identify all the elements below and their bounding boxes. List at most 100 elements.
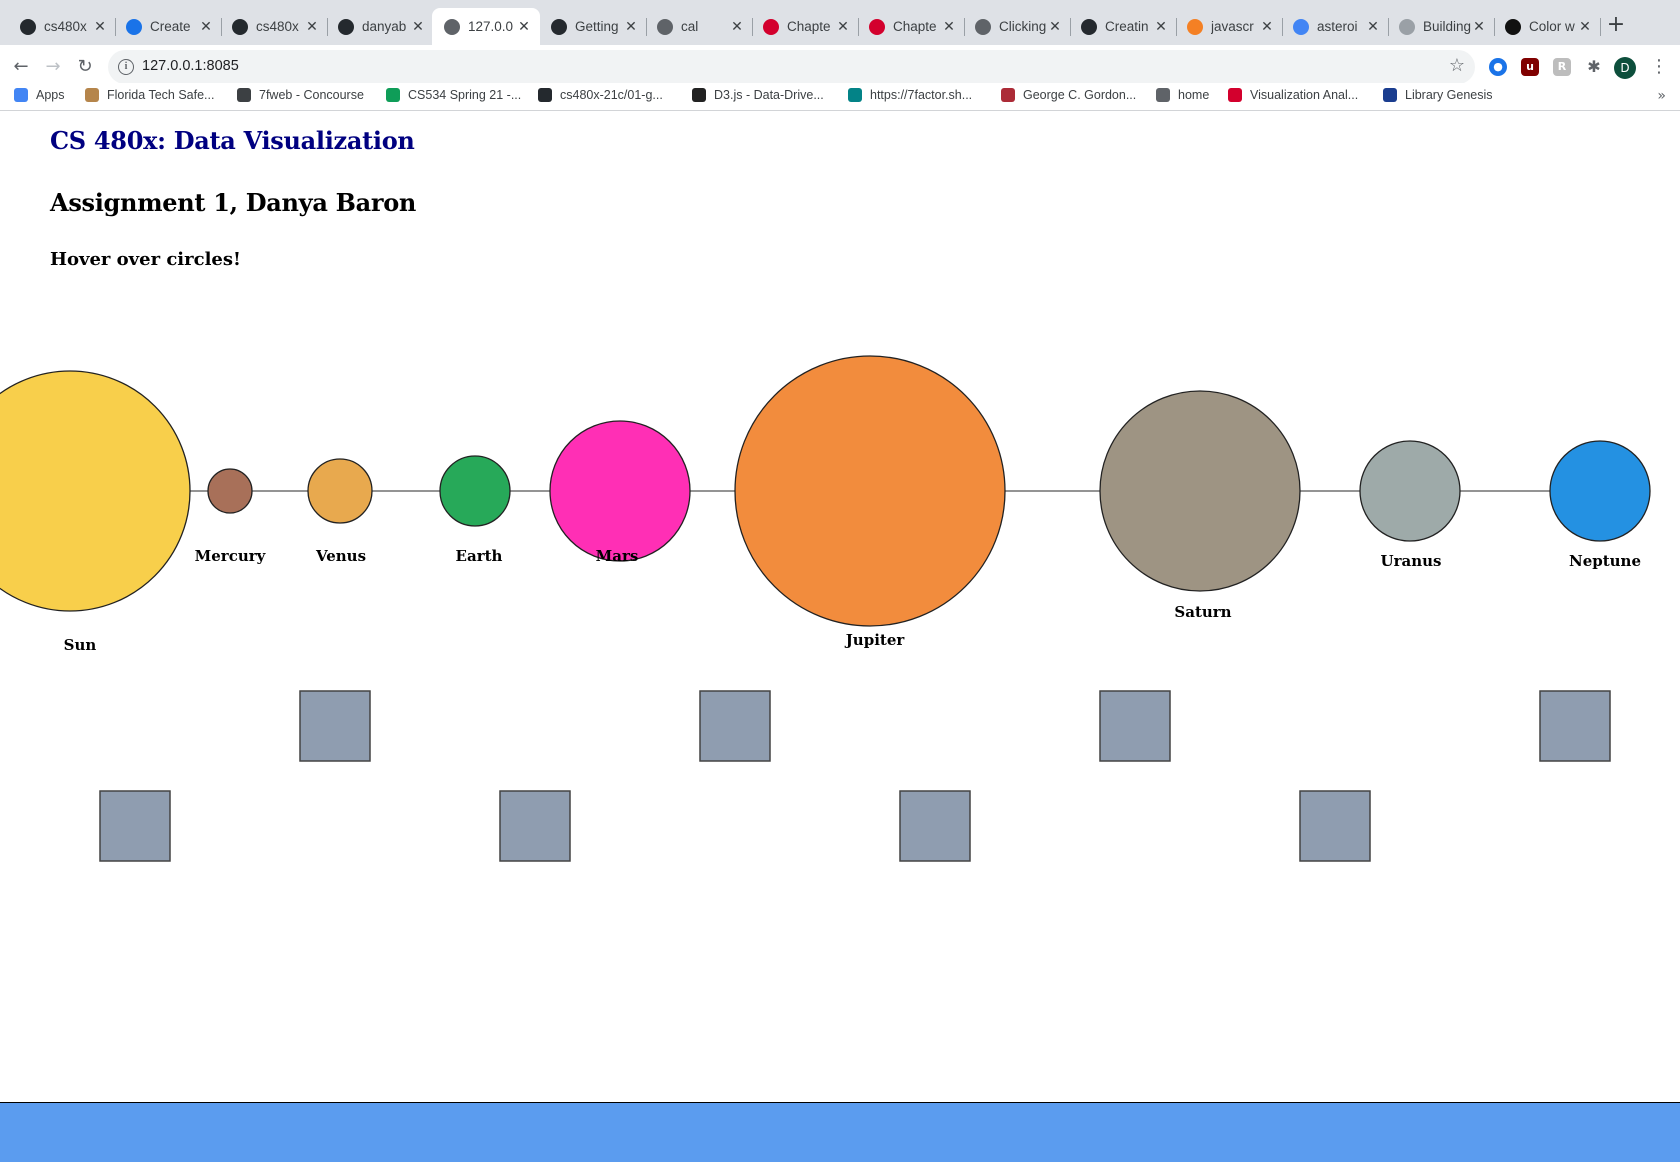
bookmark-item[interactable]: Library Genesis [1383,88,1493,102]
forward-button[interactable]: → [38,52,68,82]
bookmark-label: Library Genesis [1405,88,1493,102]
bookmark-label: 7fweb - Concourse [259,88,364,102]
bookmark-label: cs480x-21c/01-g... [560,88,663,102]
gray-square [299,690,371,762]
password-manager-icon[interactable]: ● [1489,58,1507,76]
tab-close-icon[interactable]: ✕ [835,19,851,35]
bookmark-label: home [1178,88,1210,102]
bookmark-label: Florida Tech Safe... [107,88,215,102]
bookmark-item[interactable]: D3.js - Data-Drive... [692,88,824,102]
oreilly-icon [869,18,885,35]
planet-label-sun: Sun [64,636,97,654]
browser-tab[interactable]: Create ✕ [114,8,222,45]
gray-square [99,790,171,862]
tab-close-icon[interactable]: ✕ [1259,19,1275,35]
tab-close-icon[interactable]: ✕ [1153,19,1169,35]
tab-close-icon[interactable]: ✕ [304,19,320,35]
browser-menu-icon[interactable]: ⋮ [1650,55,1668,79]
tab-label: Clicking [999,19,1047,34]
ublock-icon[interactable]: u [1521,58,1539,76]
planet-circle-venus[interactable] [307,458,373,524]
planet-circle-mercury[interactable] [207,468,253,514]
hover-hint: Hover over circles! [50,249,241,270]
bookmark-star-icon[interactable]: ☆ [1449,55,1465,76]
globe-icon [657,18,673,35]
bookmark-item[interactable]: Visualization Anal... [1228,88,1358,102]
tab-close-icon[interactable]: ✕ [198,19,214,35]
sheets-icon [386,88,400,102]
planet-label-uranus: Uranus [1381,552,1442,570]
back-button[interactable]: ← [6,52,36,82]
reload-button[interactable]: ↻ [70,52,100,82]
typeform-icon [126,18,142,35]
browser-tab[interactable]: danyab ✕ [326,8,434,45]
planet-label-earth: Earth [456,547,503,565]
wpi-icon [1001,88,1015,102]
planet-circle-mars[interactable] [549,420,691,562]
planet-circle-uranus[interactable] [1359,440,1461,542]
planet-circle-neptune[interactable] [1549,440,1651,542]
bookmark-item[interactable]: home [1156,88,1209,102]
bookmark-item[interactable]: https://7factor.sh... [848,88,972,102]
tab-separator [1600,18,1601,36]
globe-icon [975,18,991,35]
gray-square [699,690,771,762]
bookmark-item[interactable]: Apps [14,88,65,102]
browser-tab[interactable]: asteroi ✕ [1281,8,1389,45]
course-title: CS 480x: Data Visualization [50,126,415,155]
profile-avatar[interactable]: D [1614,57,1636,79]
gray-square [1299,790,1371,862]
browser-tab[interactable]: Building ✕ [1387,8,1495,45]
tab-close-icon[interactable]: ✕ [410,19,426,35]
bookmark-item[interactable]: 7fweb - Concourse [237,88,364,102]
tab-close-icon[interactable]: ✕ [516,19,532,35]
site-info-icon[interactable]: i [118,59,134,75]
new-tab-button[interactable]: + [1602,11,1630,39]
bookmark-item[interactable]: Florida Tech Safe... [85,88,214,102]
gray-square [1539,690,1611,762]
bookmarks-overflow-icon[interactable]: » [1657,88,1666,104]
gray-square [1099,690,1171,762]
extension-icon[interactable]: R [1553,58,1571,76]
tab-close-icon[interactable]: ✕ [1471,19,1487,35]
tab-close-icon[interactable]: ✕ [729,19,745,35]
tab-close-icon[interactable]: ✕ [1577,19,1593,35]
browser-tab[interactable]: cal ✕ [645,8,753,45]
bookmark-item[interactable]: CS534 Spring 21 -... [386,88,521,102]
browser-tab[interactable]: Chapte ✕ [857,8,965,45]
colorhunt-icon [1505,18,1521,35]
browser-tab[interactable]: javascr ✕ [1175,8,1283,45]
tab-close-icon[interactable]: ✕ [1047,19,1063,35]
github-icon [1081,18,1097,35]
tab-close-icon[interactable]: ✕ [623,19,639,35]
browser-tab[interactable]: Creatin ✕ [1069,8,1177,45]
browser-tab[interactable]: Color w ✕ [1493,8,1601,45]
d3-icon [692,88,706,102]
url-text[interactable]: 127.0.0.1:8085 [142,58,239,74]
browser-tab[interactable]: cs480x ✕ [220,8,328,45]
planet-circle-saturn[interactable] [1099,390,1301,592]
planet-label-mercury: Mercury [195,547,267,565]
apps-grid-icon [14,88,28,102]
tab-close-icon[interactable]: ✕ [92,19,108,35]
browser-tab[interactable]: Clicking ✕ [963,8,1071,45]
tab-label: cs480x [44,19,87,34]
tab-label: 127.0.0 [468,19,514,34]
browser-tab[interactable]: Chapte ✕ [751,8,859,45]
browser-tab[interactable]: cs480x ✕ [8,8,116,45]
extensions-puzzle-icon[interactable]: ✱ [1585,58,1603,76]
browser-tab[interactable]: Getting ✕ [539,8,647,45]
browser-tab[interactable]: 127.0.0 ✕ [432,8,540,45]
planet-circle-earth[interactable] [439,455,511,527]
bookmark-item[interactable]: cs480x-21c/01-g... [538,88,663,102]
github-icon [338,18,354,35]
address-bar[interactable]: i 127.0.0.1:8085 ☆ [108,50,1475,84]
tab-close-icon[interactable]: ✕ [1365,19,1381,35]
planet-label-jupiter: Jupiter [844,631,906,649]
planet-circle-jupiter[interactable] [734,355,1006,627]
tab-label: cal [681,19,699,34]
bookmark-item[interactable]: George C. Gordon... [1001,88,1136,102]
tab-close-icon[interactable]: ✕ [941,19,957,35]
tab-label: Getting [575,19,619,34]
planet-circle-sun[interactable] [0,370,191,612]
